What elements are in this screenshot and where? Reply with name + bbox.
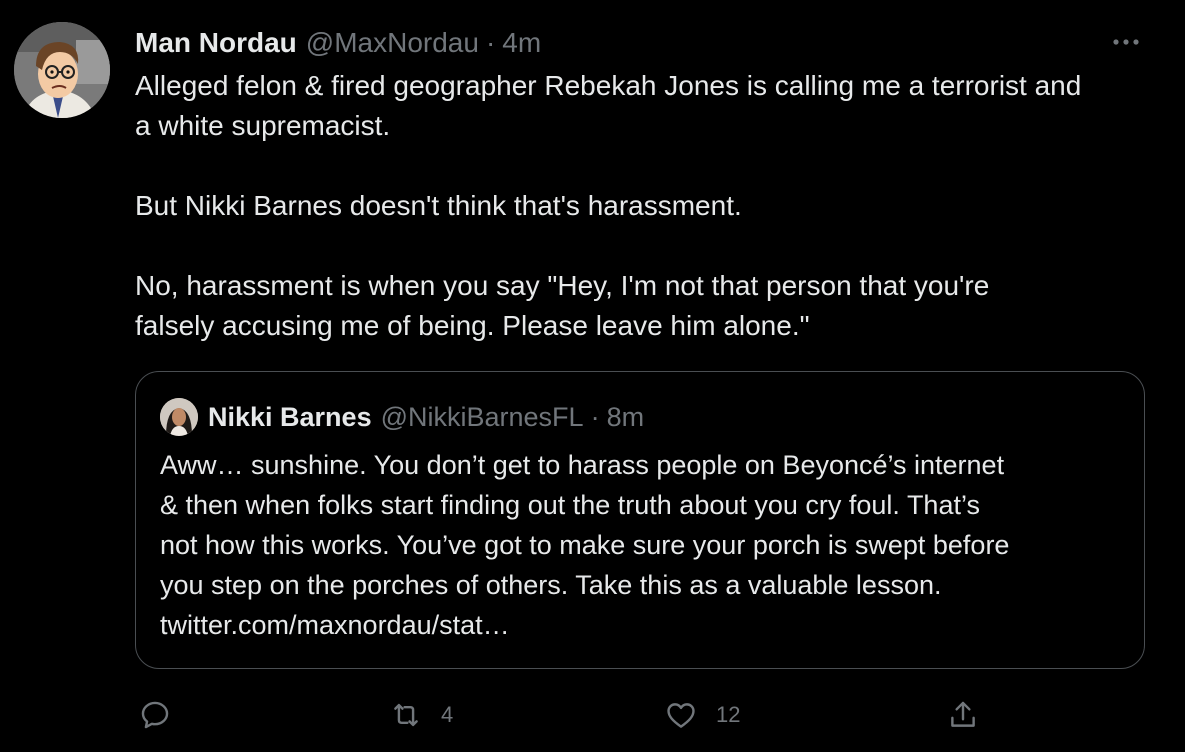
tweet-text-line: a white supremacist. [135,110,391,141]
header-separator: · [485,27,496,58]
tweet-timestamp[interactable]: 4m [502,26,541,60]
quoted-tweet-body: Aww… sunshine. You don’t get to harass p… [160,445,1130,645]
quoted-author-display-name: Nikki Barnes [208,402,372,432]
reply-icon [141,701,169,729]
quoted-text-line: you step on the porches of others. Take … [160,570,942,600]
profile-photo-avatar [160,398,198,436]
reply-button[interactable] [138,698,172,732]
like-count: 12 [716,702,741,727]
retweet-icon [394,703,418,727]
tweet-text-line: falsely accusing me of being. Please lea… [135,310,810,341]
tweet-text-line: No, harassment is when you say "Hey, I'm… [135,270,990,301]
heart-icon [667,703,695,728]
retweet-count: 4 [441,702,454,727]
cartoon-avatar-icon [14,22,110,118]
share-button[interactable] [946,698,980,732]
like-button[interactable]: 12 [664,698,740,732]
retweet-button[interactable]: 4 [389,698,453,732]
quoted-author-handle: @NikkiBarnesFL [380,402,584,432]
tweet-header: Man Nordau @MaxNordau · 4m [135,26,541,60]
quoted-text-line: Aww… sunshine. You don’t get to harass p… [160,450,1005,480]
tweet-body: Alleged felon & fired geographer Rebekah… [135,66,1155,346]
quoted-tweet-link[interactable]: twitter.com/maxnordau/stat… [160,605,1130,645]
tweet-text-line: Alleged felon & fired geographer Rebekah… [135,70,1082,101]
more-options-button[interactable] [1108,30,1144,54]
quoted-tweet-timestamp: 8m [606,402,645,432]
tweet-text-line: But Nikki Barnes doesn't think that's ha… [135,190,742,221]
share-icon [951,701,975,727]
quoted-text-line: & then when folks start finding out the … [160,490,980,520]
quoted-header-separator: · [590,402,600,432]
author-display-name[interactable]: Man Nordau [135,26,297,60]
quoted-author-avatar[interactable] [160,398,198,436]
quoted-text-line: not how this works. You’ve got to make s… [160,530,1010,560]
more-options-icon [1113,39,1139,45]
quoted-tweet-header: Nikki Barnes @NikkiBarnesFL · 8m [160,398,644,436]
tweet: Man Nordau @MaxNordau · 4m Alleged felon… [0,0,1185,752]
author-handle[interactable]: @MaxNordau [306,26,479,60]
author-avatar[interactable] [14,22,110,118]
quoted-tweet-card[interactable]: Nikki Barnes @NikkiBarnesFL · 8m Aww… su… [135,371,1145,669]
action-bar: 4 12 [0,690,1185,740]
